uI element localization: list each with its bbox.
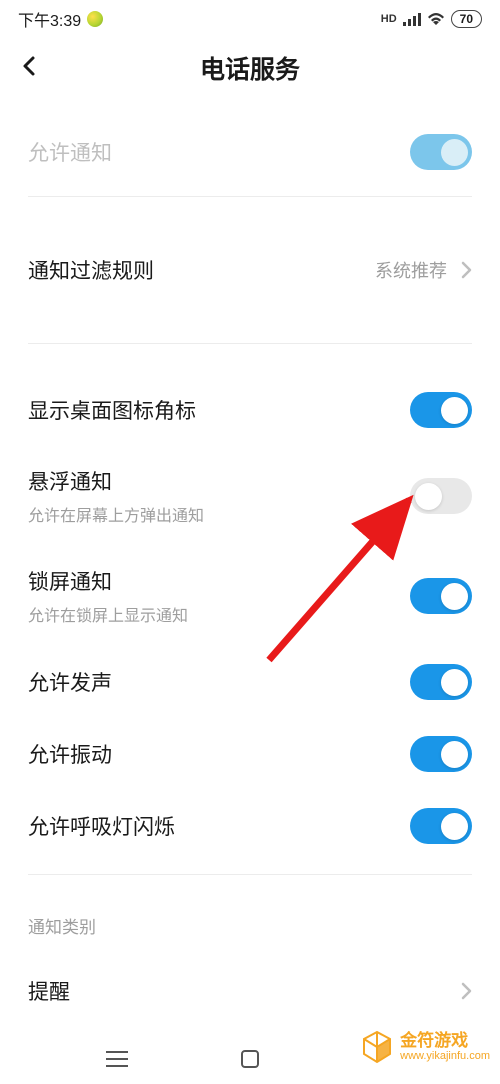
chevron-right-icon: [461, 261, 472, 279]
weather-icon: [87, 11, 103, 27]
toggle-knob: [415, 483, 442, 510]
toggle-knob: [441, 397, 468, 424]
row-allow-notification: 允许通知: [28, 108, 472, 196]
header: 电话服务: [0, 36, 500, 108]
chevron-right-icon: [461, 982, 472, 1000]
status-time: 下午3:39: [18, 7, 81, 31]
toggle-vibrate[interactable]: [410, 736, 472, 772]
page-title: 电话服务: [10, 50, 490, 86]
nav-recents-icon[interactable]: [106, 1050, 128, 1068]
watermark-url: www.yikajinfu.com: [400, 1050, 490, 1062]
watermark-title: 金符游戏: [400, 1032, 490, 1051]
row-label: 允许呼吸灯闪烁: [28, 811, 410, 841]
row-subtitle: 允许在锁屏上显示通知: [28, 602, 410, 626]
row-label: 提醒: [28, 976, 461, 1006]
back-button[interactable]: [18, 54, 42, 83]
row-floating: 悬浮通知 允许在屏幕上方弹出通知: [28, 446, 472, 546]
gap: [28, 344, 472, 374]
toggle-badge[interactable]: [410, 392, 472, 428]
toggle-lockscreen[interactable]: [410, 578, 472, 614]
gap: [28, 301, 472, 343]
row-label: 锁屏通知: [28, 566, 410, 596]
row-label: 通知过滤规则: [28, 255, 375, 285]
toggle-floating[interactable]: [410, 478, 472, 514]
row-value: 系统推荐: [375, 257, 447, 283]
toggle-allow-notification[interactable]: [410, 134, 472, 170]
toggle-sound[interactable]: [410, 664, 472, 700]
toggle-knob: [441, 669, 468, 696]
section-label-category: 通知类别: [28, 875, 472, 952]
row-subtitle: 允许在屏幕上方弹出通知: [28, 502, 410, 526]
toggle-knob: [441, 139, 468, 166]
gap: [28, 197, 472, 239]
nav-home-icon[interactable]: [241, 1050, 259, 1068]
battery-icon: 70: [451, 10, 482, 28]
row-sound: 允许发声: [28, 646, 472, 718]
watermark-text: 金符游戏 www.yikajinfu.com: [400, 1032, 490, 1063]
row-label: 允许振动: [28, 739, 410, 769]
chevron-left-icon: [18, 54, 42, 78]
content: 允许通知 通知过滤规则 系统推荐 显示桌面图标角标 悬浮通知 允许在屏幕上方弹出…: [0, 108, 500, 1020]
toggle-knob: [441, 741, 468, 768]
toggle-knob: [441, 813, 468, 840]
row-label: 显示桌面图标角标: [28, 395, 410, 425]
watermark: 金符游戏 www.yikajinfu.com: [360, 1030, 490, 1064]
status-left: 下午3:39: [18, 7, 103, 31]
row-label: 允许发声: [28, 667, 410, 697]
cube-icon: [360, 1030, 394, 1064]
row-label: 悬浮通知: [28, 466, 410, 496]
row-lockscreen: 锁屏通知 允许在锁屏上显示通知: [28, 546, 472, 646]
toggle-knob: [441, 583, 468, 610]
row-filter-rule[interactable]: 通知过滤规则 系统推荐: [28, 239, 472, 301]
row-badge: 显示桌面图标角标: [28, 374, 472, 446]
row-reminder[interactable]: 提醒: [28, 952, 472, 1020]
hd-icon: HD: [381, 13, 397, 25]
status-bar: 下午3:39 HD 70: [0, 0, 500, 36]
signal-icon: [403, 12, 421, 26]
toggle-led[interactable]: [410, 808, 472, 844]
row-vibrate: 允许振动: [28, 718, 472, 790]
row-led: 允许呼吸灯闪烁: [28, 790, 472, 874]
row-label: 允许通知: [28, 137, 410, 167]
status-right: HD 70: [381, 10, 482, 28]
wifi-icon: [427, 12, 445, 26]
